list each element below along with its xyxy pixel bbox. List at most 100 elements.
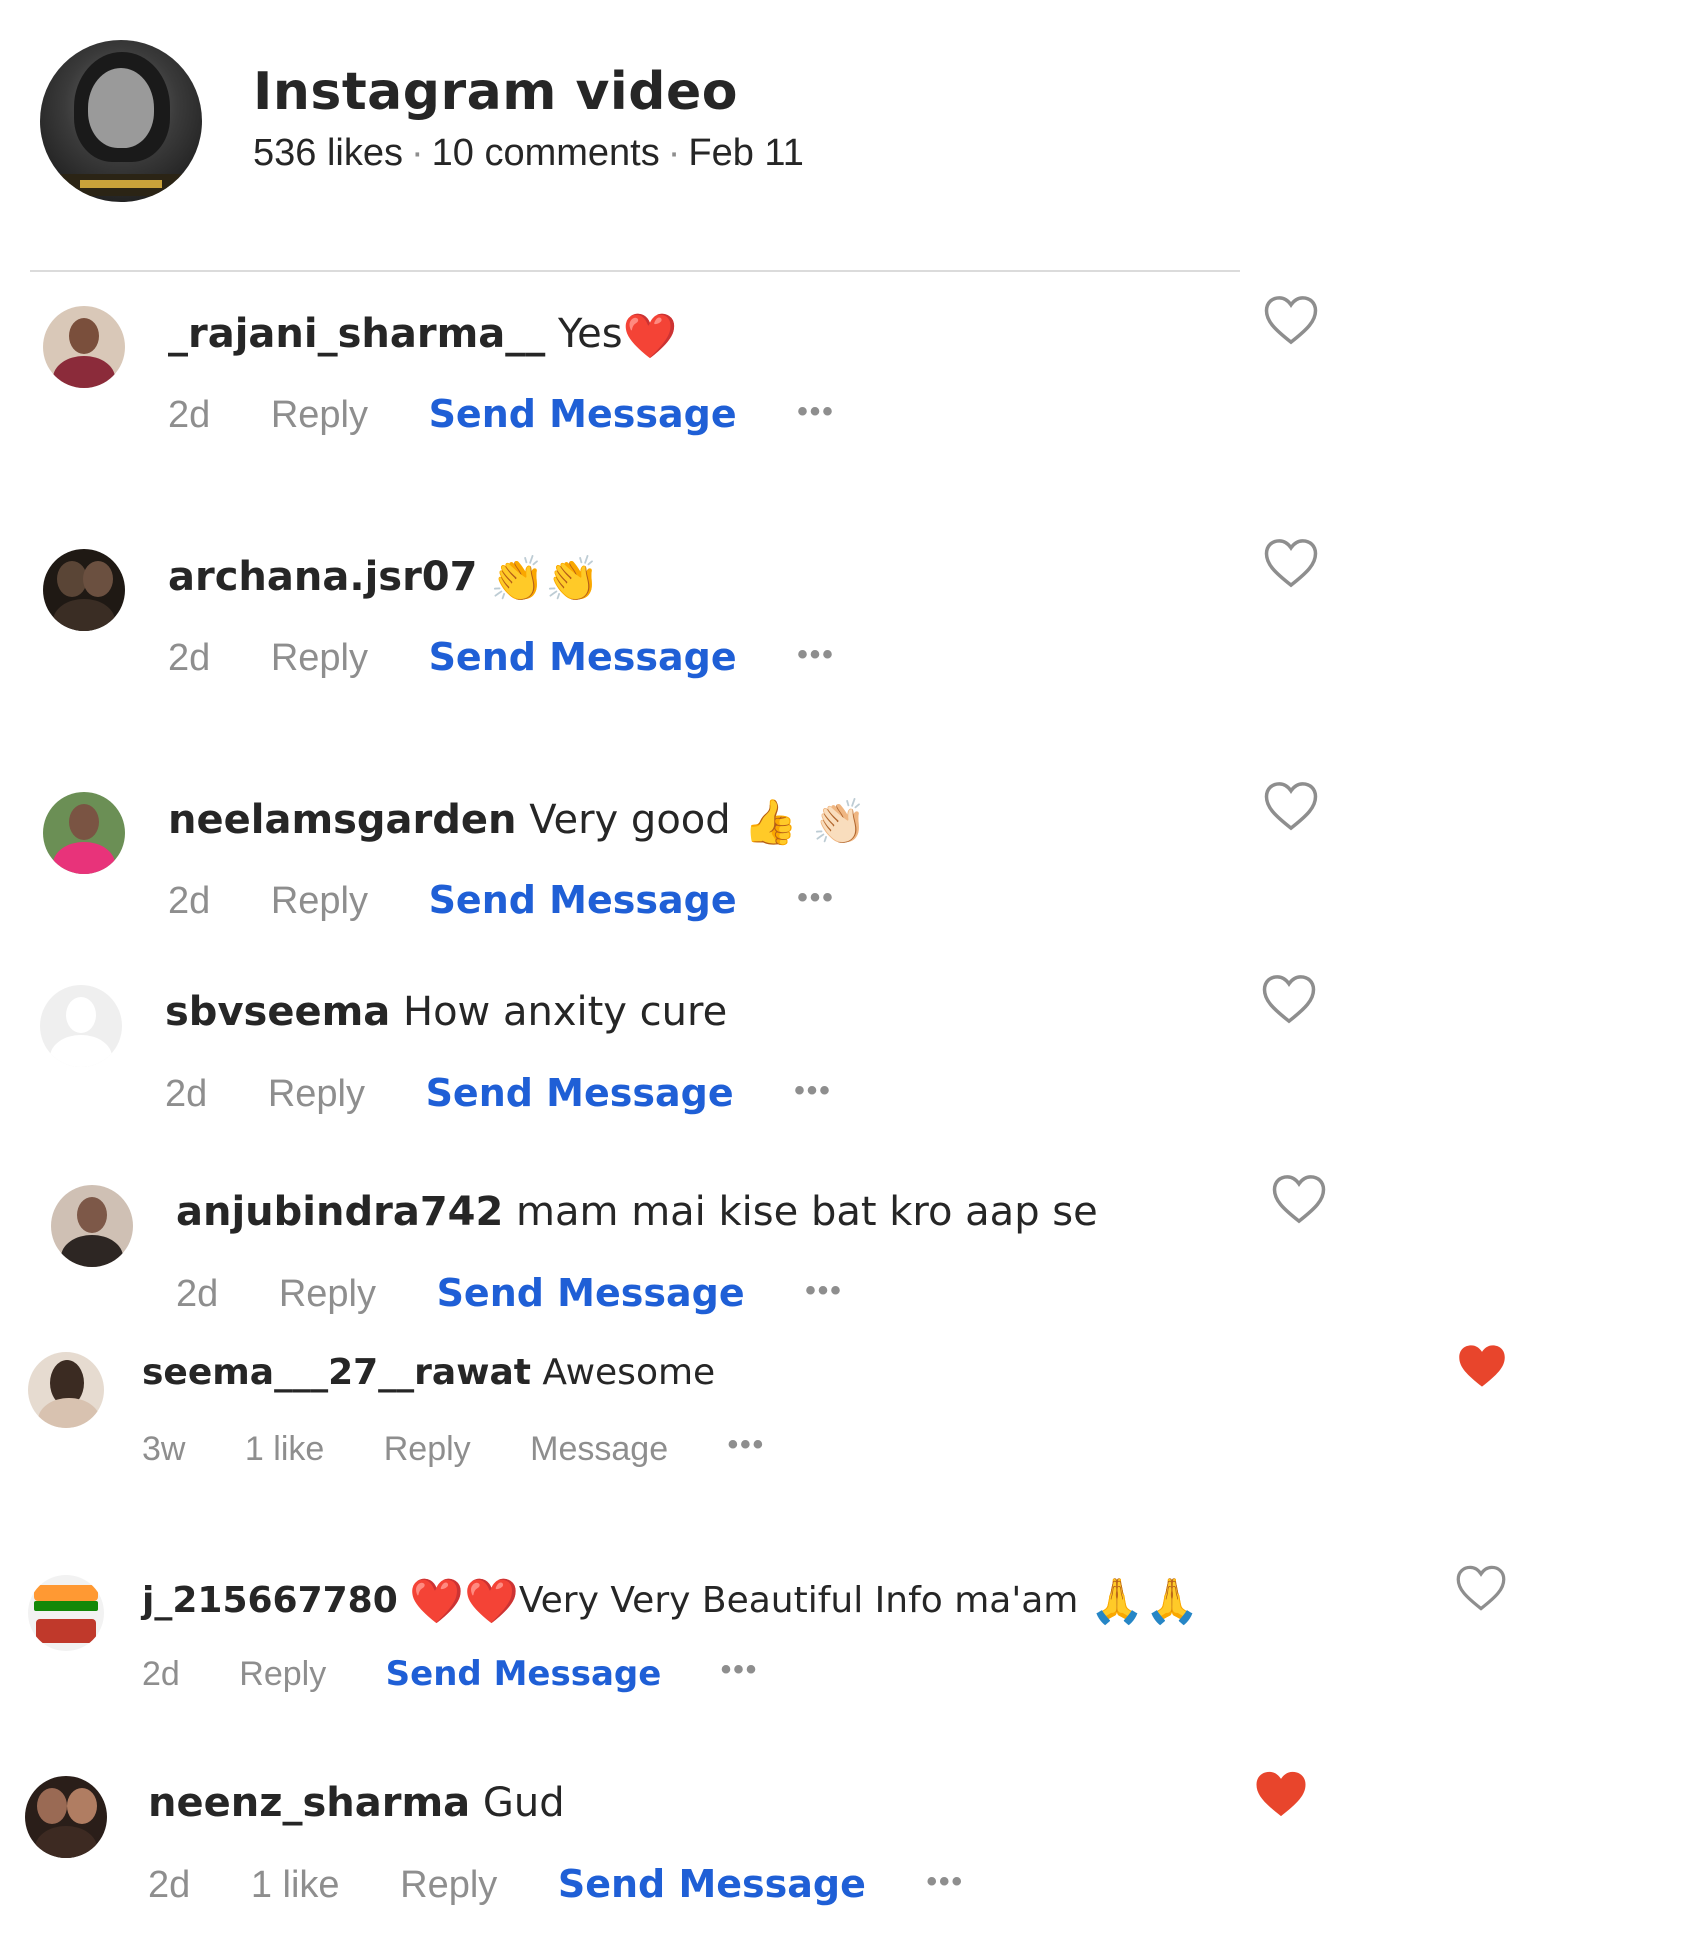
like-heart-icon[interactable] [1271, 1173, 1327, 1225]
comment-time[interactable]: 2d [165, 1073, 207, 1116]
send-message-button[interactable]: Send Message [437, 1271, 745, 1315]
commenter-avatar[interactable] [43, 549, 125, 631]
comment-username[interactable]: neenz_sharma [148, 1780, 470, 1826]
more-options-icon[interactable]: ••• [926, 1865, 964, 1899]
post-header: Instagram video 536 likes · 10 comments · Fe… [40, 40, 1240, 202]
send-message-button[interactable]: Send Message [386, 1654, 662, 1694]
commenter-avatar[interactable] [43, 792, 125, 874]
like-count[interactable]: 1 like [245, 1430, 324, 1469]
commenter-avatar[interactable] [25, 1776, 107, 1858]
comment-actions: 2d Reply Send Message ••• [176, 1271, 893, 1316]
like-count[interactable]: 1 like [251, 1864, 340, 1907]
comment-text: Gud [482, 1780, 565, 1826]
comment-actions: 3w 1 like Reply Message ••• [142, 1428, 815, 1469]
reply-button[interactable]: Reply [271, 880, 368, 923]
reply-button[interactable]: Reply [400, 1864, 497, 1907]
comment-username[interactable]: _rajani_sharma__ [168, 311, 545, 357]
commenter-avatar[interactable] [43, 306, 125, 388]
comment-actions: 2d Reply Send Message ••• [142, 1653, 808, 1694]
reply-button[interactable]: Reply [384, 1430, 471, 1469]
comments-count[interactable]: 10 comments [432, 132, 660, 174]
comment-time[interactable]: 3w [142, 1430, 185, 1469]
comment-username[interactable]: j_215667780 [142, 1580, 398, 1621]
comment-actions: 2d Reply Send Message ••• [165, 1071, 882, 1116]
comment-time[interactable]: 2d [168, 394, 210, 437]
more-options-icon[interactable]: ••• [728, 1428, 766, 1462]
send-message-button[interactable]: Send Message [429, 635, 737, 679]
pray-emoji: 🙏🙏 [1089, 1576, 1200, 1627]
comment-text: mam mai kise bat kro aap se [516, 1189, 1098, 1235]
reply-button[interactable]: Reply [271, 637, 368, 680]
like-heart-icon[interactable] [1261, 973, 1317, 1025]
send-message-button[interactable]: Send Message [429, 878, 737, 922]
post-meta: 536 likes · 10 comments · Feb 11 [253, 132, 804, 175]
comment-time[interactable]: 2d [142, 1655, 180, 1694]
thumbs-up-clap-emoji: 👍 👏🏻 [743, 797, 867, 848]
send-message-button[interactable]: Send Message [558, 1862, 866, 1906]
more-options-icon[interactable]: ••• [797, 638, 835, 672]
clap-emoji: 👏👏 [490, 554, 600, 605]
comment-line: anjubindra742 mam mai kise bat kro aap s… [176, 1189, 1098, 1235]
meta-separator: · [667, 132, 681, 174]
reply-button[interactable]: Reply [268, 1073, 365, 1116]
post-author-avatar[interactable] [40, 40, 202, 202]
like-heart-icon[interactable] [1263, 294, 1319, 346]
send-message-button[interactable]: Send Message [426, 1071, 734, 1115]
header-divider [30, 270, 1240, 272]
more-options-icon[interactable]: ••• [805, 1274, 843, 1308]
comment-line: archana.jsr07 👏👏 [168, 553, 600, 605]
comment-time[interactable]: 2d [176, 1273, 218, 1316]
comment-username[interactable]: seema___27__rawat [142, 1352, 531, 1393]
meta-separator: · [410, 132, 424, 174]
comment-item: neenz_sharma Gud 2d 1 like Reply Send Me… [25, 1776, 1325, 1926]
comment-item: anjubindra742 mam mai kise bat kro aap s… [51, 1185, 1351, 1335]
comment-text: How anxity cure [402, 989, 728, 1035]
likes-count[interactable]: 536 likes [253, 132, 403, 174]
comment-text: Yes [558, 311, 623, 357]
default-avatar-icon[interactable] [40, 985, 122, 1067]
comment-text: Awesome [542, 1352, 716, 1393]
liked-heart-icon[interactable] [1253, 1768, 1309, 1820]
like-heart-icon[interactable] [1455, 1564, 1507, 1612]
commenter-avatar[interactable] [28, 1352, 104, 1428]
comment-line: sbvseema How anxity cure [165, 989, 727, 1035]
comment-username[interactable]: neelamsgarden [168, 797, 517, 843]
commenter-avatar[interactable] [28, 1575, 104, 1651]
hearts-emoji: ❤️❤️ [409, 1576, 519, 1627]
reply-button[interactable]: Reply [279, 1273, 376, 1316]
reply-button[interactable]: Reply [239, 1655, 326, 1694]
comment-text: Very good [529, 797, 731, 843]
comment-line: _rajani_sharma__ Yes❤️ [168, 310, 677, 362]
comment-item: archana.jsr07 👏👏 2d Reply Send Message •… [43, 549, 1343, 699]
liked-heart-icon[interactable] [1456, 1342, 1508, 1390]
heart-emoji: ❤️ [622, 311, 678, 362]
like-heart-icon[interactable] [1263, 537, 1319, 589]
comment-item: j_215667780 ❤️❤️Very Very Beautiful Info… [28, 1575, 1528, 1725]
comment-actions: 2d Reply Send Message ••• [168, 635, 885, 680]
post-title: Instagram video [253, 62, 738, 122]
comment-item: _rajani_sharma__ Yes❤️ 2d Reply Send Mes… [43, 306, 1343, 456]
comment-time[interactable]: 2d [148, 1864, 190, 1907]
comment-line: neelamsgarden Very good 👍 👏🏻 [168, 796, 867, 848]
more-options-icon[interactable]: ••• [797, 395, 835, 429]
comment-item: seema___27__rawat Awesome 3w 1 like Repl… [28, 1352, 1528, 1502]
comment-username[interactable]: sbvseema [165, 989, 390, 1035]
reply-button[interactable]: Reply [271, 394, 368, 437]
more-options-icon[interactable]: ••• [721, 1653, 759, 1687]
like-heart-icon[interactable] [1263, 780, 1319, 832]
comment-username[interactable]: archana.jsr07 [168, 554, 477, 600]
comment-actions: 2d Reply Send Message ••• [168, 878, 885, 923]
comment-time[interactable]: 2d [168, 880, 210, 923]
comment-item: neelamsgarden Very good 👍 👏🏻 2d Reply Se… [43, 792, 1343, 942]
comment-time[interactable]: 2d [168, 637, 210, 680]
comment-actions: 2d 1 like Reply Send Message ••• [148, 1862, 1014, 1907]
more-options-icon[interactable]: ••• [797, 881, 835, 915]
message-button[interactable]: Message [530, 1430, 668, 1469]
comment-text: Very Very Beautiful Info ma'am [518, 1580, 1079, 1621]
comment-username[interactable]: anjubindra742 [176, 1189, 503, 1235]
commenter-avatar[interactable] [51, 1185, 133, 1267]
more-options-icon[interactable]: ••• [794, 1074, 832, 1108]
comment-actions: 2d Reply Send Message ••• [168, 392, 885, 437]
send-message-button[interactable]: Send Message [429, 392, 737, 436]
post-date: Feb 11 [688, 132, 804, 174]
